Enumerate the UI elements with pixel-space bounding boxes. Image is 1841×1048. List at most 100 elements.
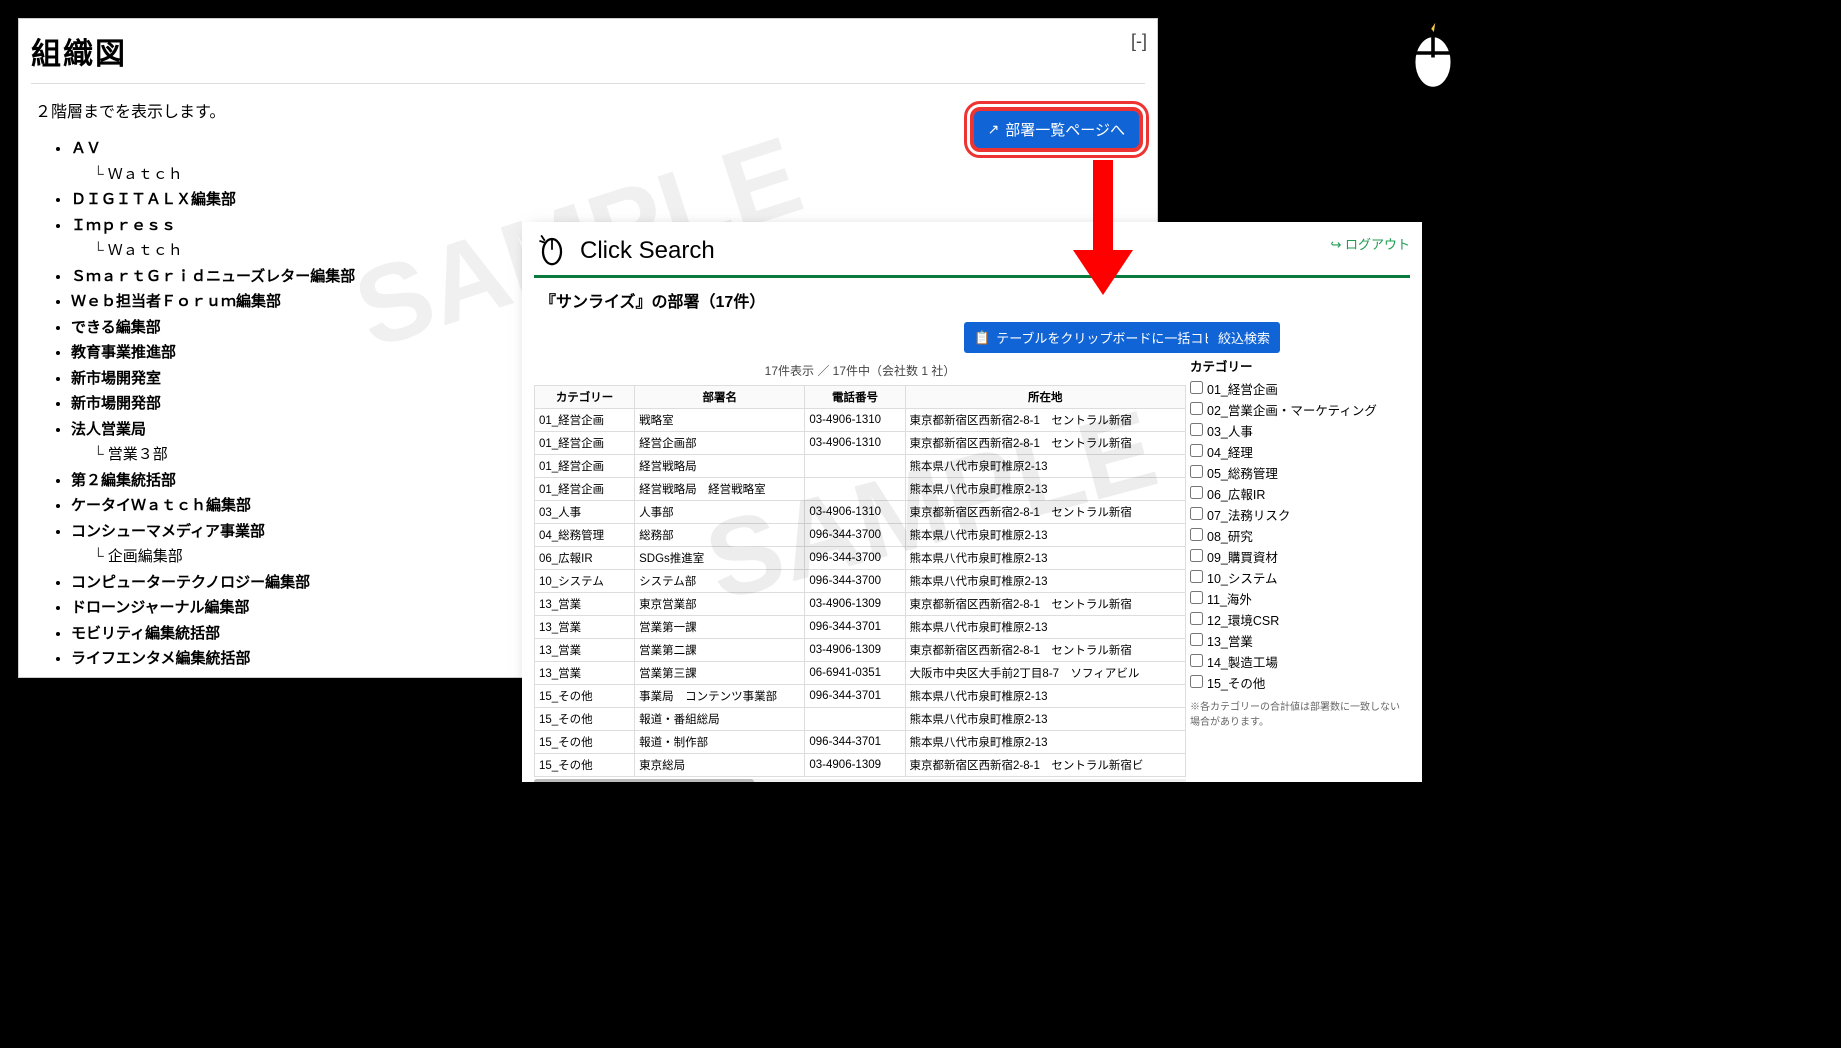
tree-item[interactable]: ＤＩＧＩＴＡＬＸ編集部 — [71, 187, 1145, 213]
category-checkbox-item[interactable]: 02_営業企画・マーケティング — [1190, 400, 1400, 419]
table-cell: 東京都新宿区西新宿2-8-1 セントラル新宿 — [905, 639, 1185, 662]
table-cell: 東京都新宿区西新宿2-8-1 セントラル新宿 — [905, 409, 1185, 432]
table-row[interactable]: 13_営業東京営業部03-4906-1309東京都新宿区西新宿2-8-1 セント… — [535, 593, 1186, 616]
table-cell: 熊本県八代市泉町椎原2-13 — [905, 616, 1185, 639]
table-row[interactable]: 04_総務管理総務部096-344-3700熊本県八代市泉町椎原2-13 — [535, 524, 1186, 547]
category-checkbox-item[interactable]: 15_その他 — [1190, 673, 1400, 692]
table-cell: 東京総局 — [635, 754, 805, 777]
dept-table-wrap: 17件表示 ／ 17件中（会社数 1 社） カテゴリー部署名電話番号所在地 01… — [534, 356, 1186, 782]
category-checkbox-item[interactable]: 07_法務リスク — [1190, 505, 1400, 524]
category-checkbox-item[interactable]: 06_広報IR — [1190, 484, 1400, 503]
category-checkbox[interactable] — [1190, 444, 1203, 457]
table-cell: 096-344-3701 — [805, 731, 905, 754]
table-cell: システム部 — [635, 570, 805, 593]
table-cell: 01_経営企画 — [535, 455, 635, 478]
table-cell: 15_その他 — [535, 685, 635, 708]
dept-heading: 『サンライズ』の部署（17件） — [540, 288, 1410, 312]
category-checkbox[interactable] — [1190, 570, 1203, 583]
category-checkbox-item[interactable]: 10_システム — [1190, 568, 1400, 587]
table-cell: 総務部 — [635, 524, 805, 547]
page-title: 組織図 — [31, 29, 1145, 77]
table-row[interactable]: 01_経営企画経営戦略局 経営戦略室熊本県八代市泉町椎原2-13 — [535, 478, 1186, 501]
dept-list-link-label: 部署一覧ページへ — [1005, 119, 1125, 140]
tree-child-item[interactable]: Ｗａｔｃｈ — [93, 162, 1145, 188]
table-row[interactable]: 13_営業営業第二課03-4906-1309東京都新宿区西新宿2-8-1 セント… — [535, 639, 1186, 662]
category-checkbox[interactable] — [1190, 549, 1203, 562]
table-header[interactable]: 部署名 — [635, 386, 805, 409]
table-row[interactable]: 01_経営企画経営戦略局熊本県八代市泉町椎原2-13 — [535, 455, 1186, 478]
category-filter-panel: カテゴリー 01_経営企画 02_営業企画・マーケティング 03_人事 04_経理 05… — [1190, 356, 1400, 782]
category-checkbox[interactable] — [1190, 507, 1203, 520]
table-cell — [805, 478, 905, 501]
table-row[interactable]: 15_その他報道・番組総局熊本県八代市泉町椎原2-13 — [535, 708, 1186, 731]
table-cell: 01_経営企画 — [535, 409, 635, 432]
table-cell: 人事部 — [635, 501, 805, 524]
table-cell: 15_その他 — [535, 754, 635, 777]
category-title: カテゴリー — [1190, 356, 1400, 375]
category-checkbox-item[interactable]: 11_海外 — [1190, 589, 1400, 608]
table-row[interactable]: 13_営業営業第三課06-6941-0351大阪市中央区大手前2丁目8-7 ソフ… — [535, 662, 1186, 685]
category-checkbox[interactable] — [1190, 465, 1203, 478]
table-cell: 熊本県八代市泉町椎原2-13 — [905, 708, 1185, 731]
category-checkbox-item[interactable]: 03_人事 — [1190, 421, 1400, 440]
category-checkbox[interactable] — [1190, 486, 1203, 499]
category-checkbox[interactable] — [1190, 591, 1203, 604]
table-row[interactable]: 15_その他事業局 コンテンツ事業部096-344-3701熊本県八代市泉町椎原… — [535, 685, 1186, 708]
table-row[interactable]: 10_システムシステム部096-344-3700熊本県八代市泉町椎原2-13 — [535, 570, 1186, 593]
category-checkbox-item[interactable]: 14_製造工場 — [1190, 652, 1400, 671]
collapse-toggle[interactable]: [-] — [1131, 31, 1147, 52]
category-checkbox[interactable] — [1190, 528, 1203, 541]
mouse-click-icon — [1388, 8, 1478, 103]
category-checkbox[interactable] — [1190, 381, 1203, 394]
table-header[interactable]: カテゴリー — [535, 386, 635, 409]
table-row[interactable]: 15_その他東京総局03-4906-1309東京都新宿区西新宿2-8-1 セント… — [535, 754, 1186, 777]
category-checkbox[interactable] — [1190, 612, 1203, 625]
horizontal-scrollbar[interactable]: ▶ — [534, 779, 1186, 782]
table-cell: 03-4906-1309 — [805, 754, 905, 777]
filter-search-button[interactable]: 絞込検索 — [1208, 322, 1280, 353]
copy-table-button[interactable]: 📋 テーブルをクリップボードに一括コピー — [964, 322, 1239, 353]
logout-link[interactable]: ログアウト — [1330, 234, 1410, 253]
table-cell: 096-344-3701 — [805, 616, 905, 639]
external-link-icon: ↗ — [988, 121, 1000, 138]
category-checkbox-item[interactable]: 01_経営企画 — [1190, 379, 1400, 398]
table-cell: 15_その他 — [535, 731, 635, 754]
category-checkbox-item[interactable]: 05_総務管理 — [1190, 463, 1400, 482]
table-cell: 15_その他 — [535, 708, 635, 731]
table-cell: 096-344-3700 — [805, 524, 905, 547]
table-header[interactable]: 電話番号 — [805, 386, 905, 409]
table-row[interactable]: 06_広報IRSDGs推進室096-344-3700熊本県八代市泉町椎原2-13 — [535, 547, 1186, 570]
category-checkbox-item[interactable]: 09_購買資材 — [1190, 547, 1400, 566]
click-search-panel: SAMPLE Click Search ログアウト 『サンライズ』の部署（17件… — [522, 222, 1422, 782]
table-cell: 06_広報IR — [535, 547, 635, 570]
table-cell — [805, 455, 905, 478]
table-cell: 13_営業 — [535, 662, 635, 685]
table-cell: 経営企画部 — [635, 432, 805, 455]
divider — [31, 83, 1145, 84]
table-row[interactable]: 15_その他報道・制作部096-344-3701熊本県八代市泉町椎原2-13 — [535, 731, 1186, 754]
table-row[interactable]: 01_経営企画経営企画部03-4906-1310東京都新宿区西新宿2-8-1 セ… — [535, 432, 1186, 455]
category-checkbox[interactable] — [1190, 423, 1203, 436]
table-cell: 熊本県八代市泉町椎原2-13 — [905, 524, 1185, 547]
category-checkbox-item[interactable]: 13_営業 — [1190, 631, 1400, 650]
category-checkbox[interactable] — [1190, 675, 1203, 688]
table-cell: 大阪市中央区大手前2丁目8-7 ソフィアビル — [905, 662, 1185, 685]
category-checkbox-item[interactable]: 08_研究 — [1190, 526, 1400, 545]
table-cell: 01_経営企画 — [535, 478, 635, 501]
category-checkbox[interactable] — [1190, 402, 1203, 415]
dept-list-link-button[interactable]: ↗ 部署一覧ページへ — [970, 107, 1143, 152]
app-logo-icon — [534, 230, 570, 271]
table-cell: 熊本県八代市泉町椎原2-13 — [905, 547, 1185, 570]
table-cell: 10_システム — [535, 570, 635, 593]
table-header[interactable]: 所在地 — [905, 386, 1185, 409]
category-checkbox[interactable] — [1190, 654, 1203, 667]
table-row[interactable]: 01_経営企画戦略室03-4906-1310東京都新宿区西新宿2-8-1 セント… — [535, 409, 1186, 432]
table-row[interactable]: 03_人事人事部03-4906-1310東京都新宿区西新宿2-8-1 セントラル… — [535, 501, 1186, 524]
table-row[interactable]: 13_営業営業第一課096-344-3701熊本県八代市泉町椎原2-13 — [535, 616, 1186, 639]
table-cell: 東京都新宿区西新宿2-8-1 セントラル新宿 — [905, 432, 1185, 455]
table-cell: 熊本県八代市泉町椎原2-13 — [905, 570, 1185, 593]
table-cell: 01_経営企画 — [535, 432, 635, 455]
category-checkbox-item[interactable]: 12_環境CSR — [1190, 610, 1400, 629]
category-checkbox[interactable] — [1190, 633, 1203, 646]
category-checkbox-item[interactable]: 04_経理 — [1190, 442, 1400, 461]
